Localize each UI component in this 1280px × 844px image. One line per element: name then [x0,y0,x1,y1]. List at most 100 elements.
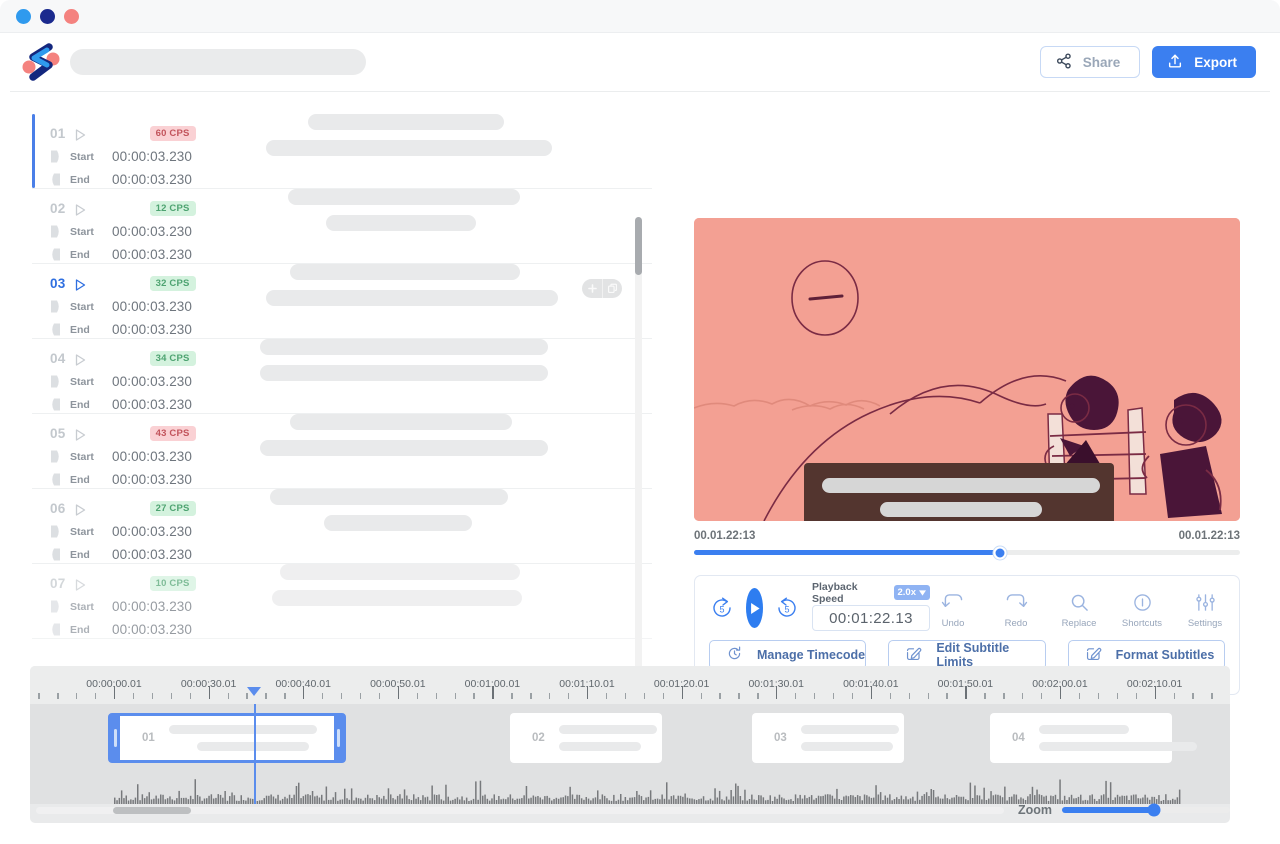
row-end-time[interactable]: End00:00:03.230 [32,321,652,338]
zoom-slider[interactable] [1062,807,1230,813]
undo-arrow-icon [941,591,965,613]
minimize-dot[interactable] [40,9,55,24]
playback-speed-select[interactable]: 2.0x [894,585,931,600]
editor-tools: Undo Redo [930,587,1228,629]
settings-button[interactable]: Settings [1182,591,1228,629]
clip-handle-left[interactable] [111,716,120,760]
subtitle-row[interactable]: 0212 CPSStart00:00:03.230End00:00:03.230 [32,189,652,264]
svg-text:5: 5 [719,605,724,615]
playhead-line[interactable] [254,704,256,772]
subtitle-row[interactable]: 0710 CPSStart00:00:03.230End00:00:03.230 [32,564,652,639]
ruler-tick-minor [984,693,985,699]
scrollbar-thumb[interactable] [635,217,642,275]
timeline-track[interactable]: 01 02 03 04 [30,704,1230,772]
progress-knob[interactable] [993,546,1006,559]
shortcuts-button[interactable]: Shortcuts [1119,591,1165,629]
play-icon [746,600,763,617]
ruler-tick-minor [76,693,77,699]
start-value: 00:00:03.230 [112,224,192,239]
row-text-placeholder[interactable] [252,114,572,156]
ruler-tick-minor [606,693,607,699]
ruler-tick-minor [549,693,550,699]
share-label: Share [1083,55,1121,70]
subtitle-row[interactable]: 0160 CPSStart00:00:03.230End00:00:03.230 [32,114,652,189]
playback-speed-value: 2.0x [898,587,917,598]
ruler-tick-major [871,686,872,699]
clip-index: 01 [142,732,155,744]
hscrollbar-thumb[interactable] [113,807,191,814]
export-button[interactable]: Export [1152,46,1256,78]
maximize-dot[interactable] [64,9,79,24]
clip-index: 03 [774,732,787,744]
rewind-5-icon[interactable]: 5 [709,595,735,621]
forward-5-icon[interactable]: 5 [774,595,800,621]
row-play-icon[interactable] [75,353,86,365]
subtitle-row[interactable]: 0332 CPSStart00:00:03.230End00:00:03.230 [32,264,652,339]
clip-index: 02 [532,732,545,744]
cps-badge: 12 CPS [150,201,196,217]
row-end-time[interactable]: End00:00:03.230 [32,246,652,263]
undo-button[interactable]: Undo [930,591,976,629]
add-row-button[interactable] [582,279,602,298]
subtitle-row[interactable]: 0543 CPSStart00:00:03.230End00:00:03.230 [32,414,652,489]
row-play-icon[interactable] [75,203,86,215]
timeline-clip[interactable]: 01 [108,713,346,763]
row-play-icon[interactable] [75,278,86,290]
subtitle-list-scrollbar[interactable] [635,217,642,735]
timeline-clip[interactable]: 02 [510,713,662,763]
timeline-hscrollbar[interactable] [36,807,1004,814]
clip-text-placeholder [559,725,671,751]
playhead-handle[interactable] [247,687,261,696]
row-text-placeholder[interactable] [252,564,572,606]
duplicate-row-button[interactable] [602,279,622,298]
row-play-icon[interactable] [75,128,86,140]
redo-button[interactable]: Redo [993,591,1039,629]
end-flag-icon [50,623,61,636]
row-text-placeholder[interactable] [252,339,572,381]
zoom-knob[interactable] [1148,804,1161,817]
ruler-tick-major [1155,686,1156,699]
subtitle-row[interactable]: 0434 CPSStart00:00:03.230End00:00:03.230 [32,339,652,414]
row-text-placeholder[interactable] [252,414,572,456]
close-dot[interactable] [16,9,31,24]
timeline-ruler[interactable]: 00:00:00.0100:00:30.0100:00:40.0100:00:5… [30,666,1230,704]
row-end-time[interactable]: End00:00:03.230 [32,546,652,563]
video-preview[interactable] [694,218,1240,521]
ruler-tick-minor [928,693,929,699]
replace-button[interactable]: Replace [1056,591,1102,629]
subtitle-list[interactable]: 0160 CPSStart00:00:03.230End00:00:03.230… [32,114,652,644]
subtitle-row[interactable]: 0627 CPSStart00:00:03.230End00:00:03.230 [32,489,652,564]
row-play-icon[interactable] [75,428,86,440]
text-line-1 [288,189,520,205]
row-text-placeholder[interactable] [252,489,572,531]
ruler-tick-minor [322,693,323,699]
app-logo[interactable] [22,42,60,82]
pencil-square-icon [905,645,922,665]
clip-handle-right[interactable] [334,716,343,760]
row-end-time[interactable]: End00:00:03.230 [32,471,652,488]
play-button[interactable] [746,588,763,628]
video-progress-slider[interactable] [694,550,1240,555]
timeline-clip[interactable]: 04 [990,713,1172,763]
ruler-tick-minor [814,693,815,699]
row-index: 04 [50,351,66,366]
start-value: 00:00:03.230 [112,599,192,614]
row-play-icon[interactable] [75,503,86,515]
share-button[interactable]: Share [1040,46,1141,78]
project-title-input[interactable] [70,49,366,75]
row-text-placeholder[interactable] [252,264,572,306]
ruler-tick-minor [511,693,512,699]
row-play-icon[interactable] [75,578,86,590]
row-end-time[interactable]: End00:00:03.230 [32,171,652,188]
row-end-time[interactable]: End00:00:03.230 [32,396,652,413]
timeline-clip[interactable]: 03 [752,713,904,763]
timecode-field[interactable]: 00:01:22.13 [812,605,930,631]
clip-index: 04 [1012,732,1025,744]
text-line-2 [326,215,476,231]
row-end-time[interactable]: End00:00:03.230 [32,621,652,638]
ruler-tick-minor [946,693,947,699]
export-label: Export [1194,55,1237,70]
ruler-tick-minor [473,693,474,699]
row-text-placeholder[interactable] [252,189,572,231]
text-line-2 [272,590,522,606]
